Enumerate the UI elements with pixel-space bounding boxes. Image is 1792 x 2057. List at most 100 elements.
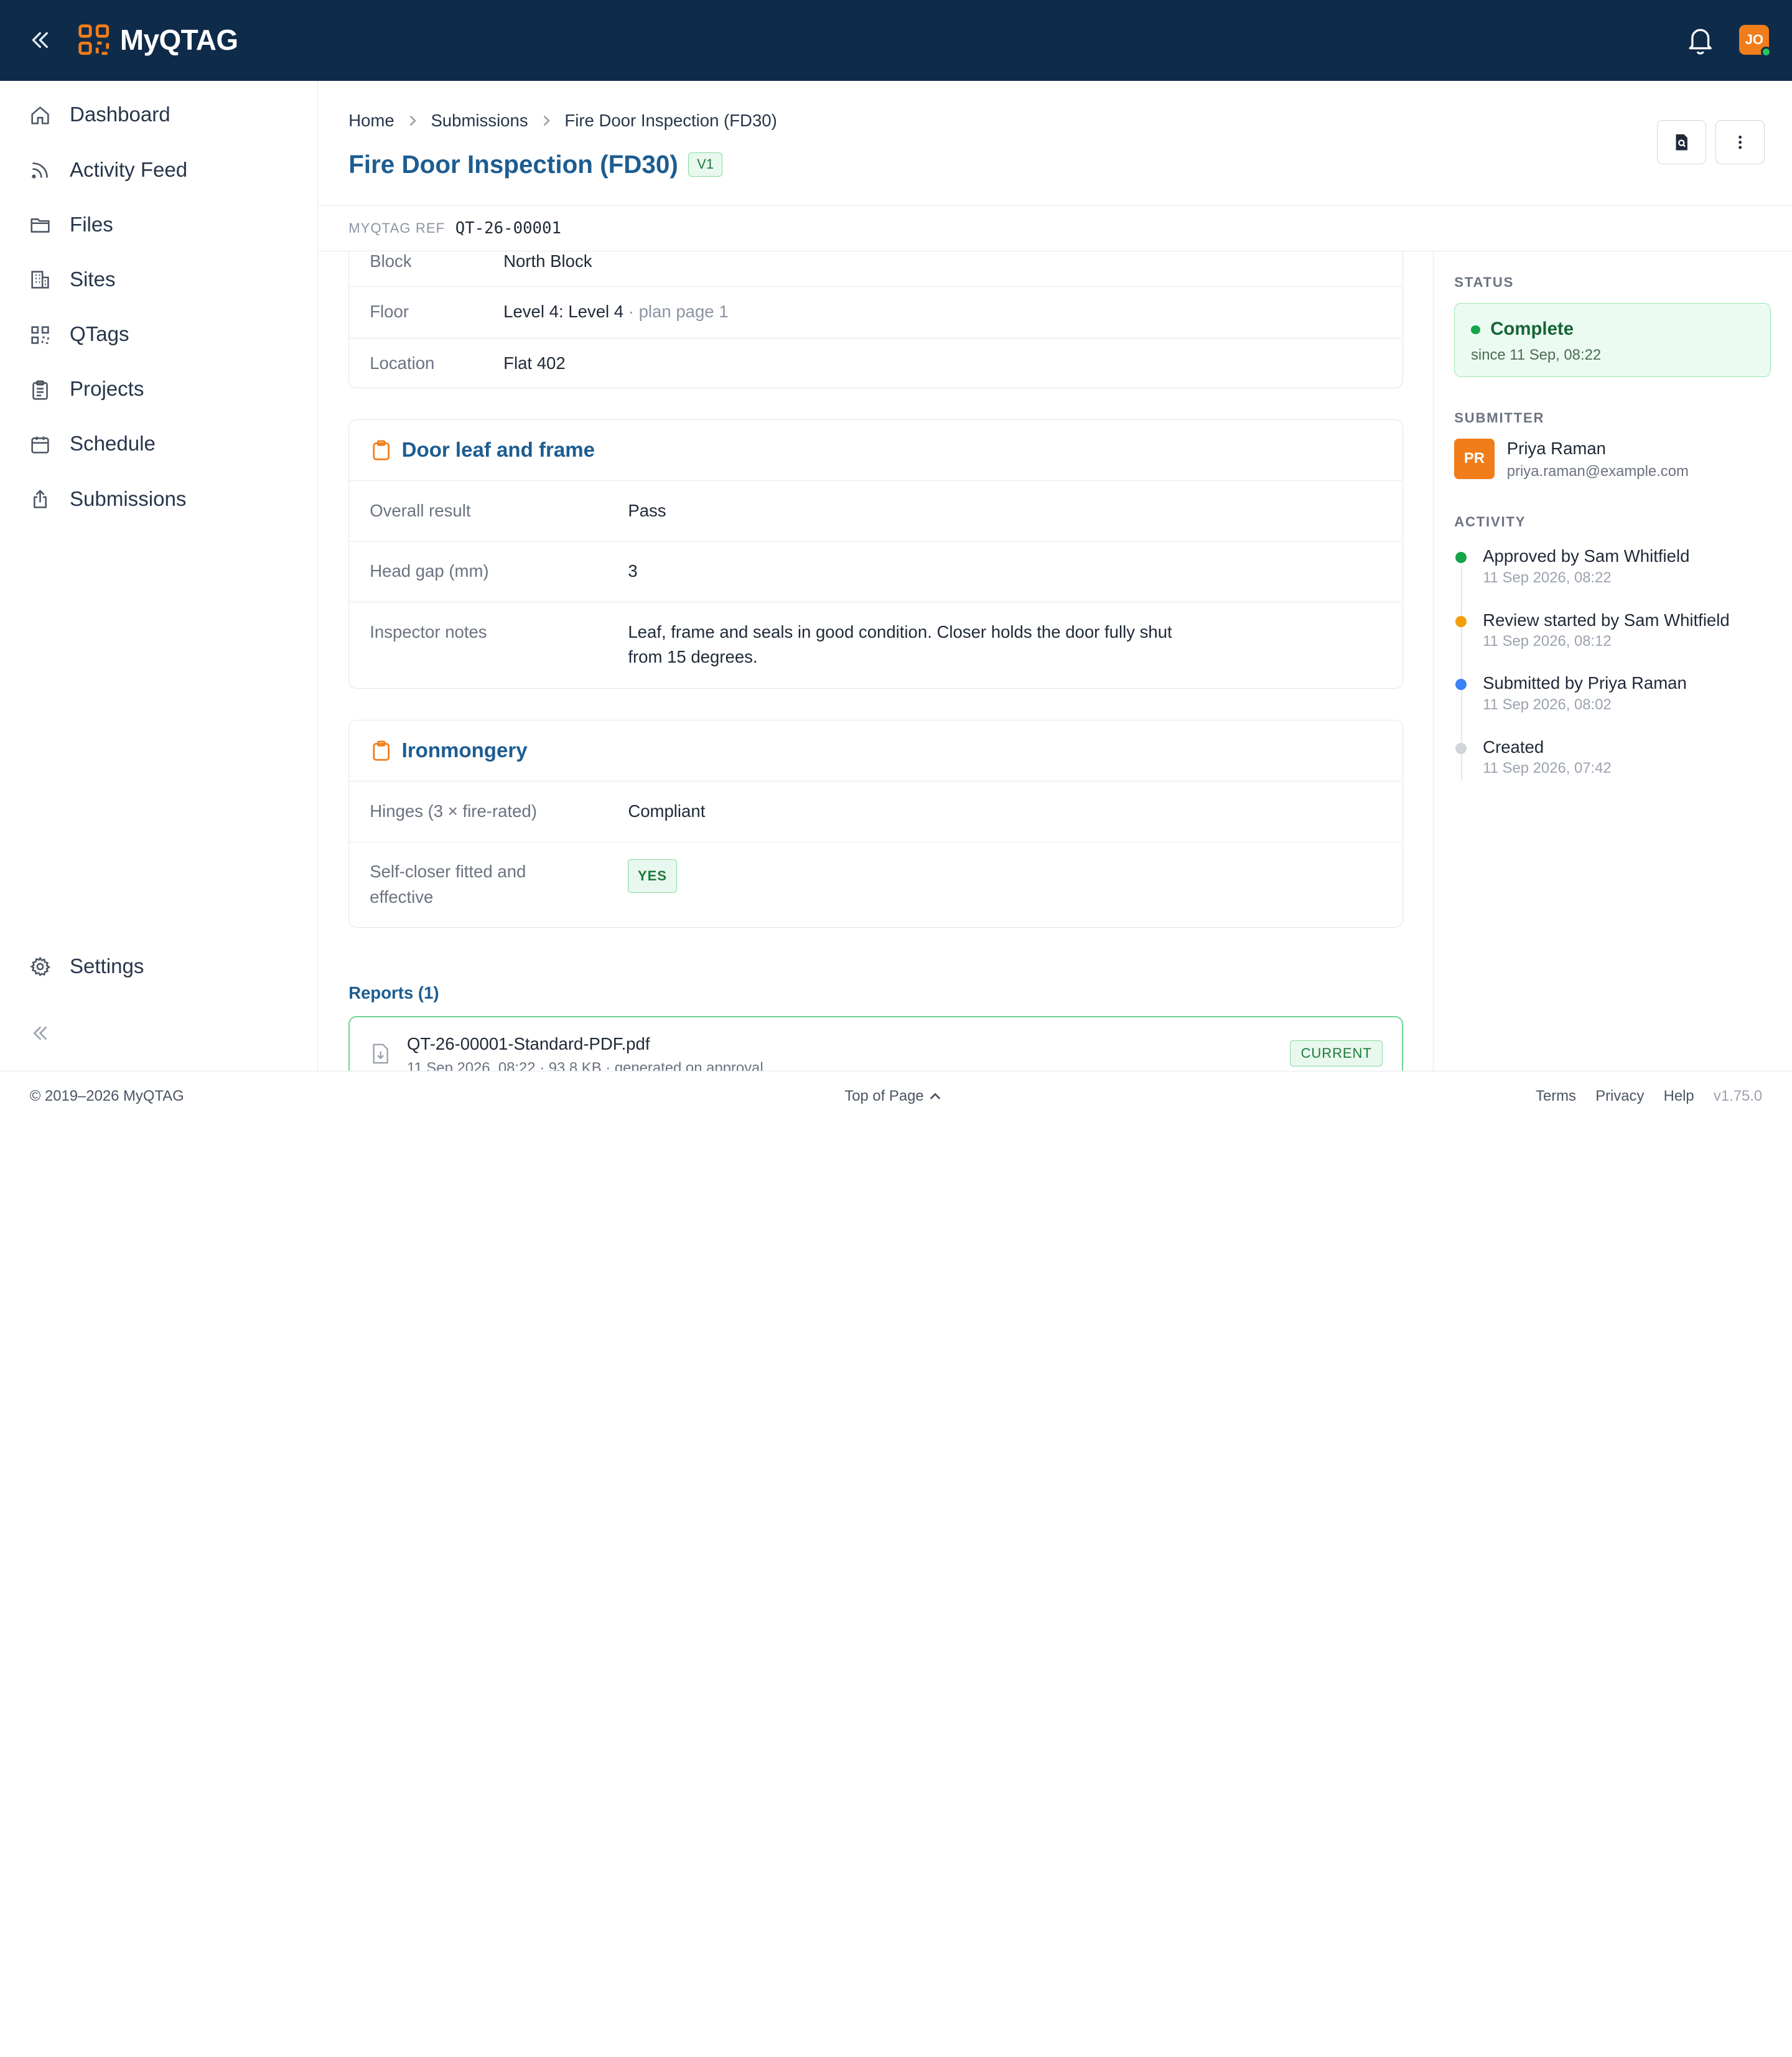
sidebar-item-label: Schedule: [70, 432, 156, 456]
activity-text: Approved by Sam Whitfield: [1483, 546, 1690, 566]
more-options-button[interactable]: [1715, 119, 1765, 165]
field-label: Location: [370, 353, 435, 373]
page-title: Fire Door Inspection (FD30): [348, 149, 678, 179]
double-chevron-left-icon: [33, 1026, 47, 1040]
field-value: Pass: [628, 500, 666, 520]
sidebar-item-activity-feed[interactable]: Activity Feed: [0, 147, 317, 193]
chevron-right-icon: [541, 114, 552, 128]
submission-content[interactable]: Block North Block Floor Level 4: Level 4…: [319, 251, 1433, 1071]
copyright: © 2019–2026 MyQTAG: [29, 1087, 184, 1104]
sidebar-item-projects[interactable]: Projects: [0, 367, 317, 413]
field-value: Level 4: Level 4 · plan page 1: [503, 302, 729, 322]
activity-time: 11 Sep 2026, 07:42: [1483, 760, 1612, 777]
file-search-icon: [1676, 134, 1687, 151]
submitter-label: SUBMITTER: [1454, 410, 1545, 426]
report-item[interactable]: QT-26-00001-Standard-PDF.pdf 11 Sep 2026…: [348, 1015, 1404, 1071]
sidebar-item-settings[interactable]: Settings: [0, 944, 317, 989]
building-icon: [30, 269, 50, 290]
notifications-button[interactable]: [1684, 24, 1716, 56]
sidebar-item-dashboard[interactable]: Dashboard: [0, 93, 317, 138]
location-card: Block North Block Floor Level 4: Level 4…: [348, 251, 1404, 389]
field-row-block: Block North Block: [349, 251, 1402, 286]
sidebar-item-label: Submissions: [70, 487, 187, 511]
reference-bar: MYQTAG REF QT-26-00001: [319, 206, 1792, 252]
clipboard-icon: [373, 440, 390, 460]
submitter-email[interactable]: priya.raman@example.com: [1507, 463, 1689, 480]
field-label: Block: [370, 251, 412, 271]
report-meta: 11 Sep 2026, 08:22 · 93.8 KB · generated…: [407, 1059, 763, 1071]
upload-icon: [30, 489, 50, 510]
app-page: MyQTAG JO Dashboard Activity Feed Files …: [0, 0, 1792, 1120]
field-value: Leaf, frame and seals in good condition.…: [628, 622, 1172, 641]
sidebar-item-files[interactable]: Files: [0, 202, 317, 248]
field-label: Floor: [370, 302, 409, 322]
top-bar: MyQTAG JO: [0, 0, 1792, 82]
collapse-sidebar-bottom-button[interactable]: [30, 1023, 50, 1043]
details-panel: STATUS Complete since 11 Sep, 08:22 SUBM…: [1433, 251, 1792, 1071]
field-value-continued: from 15 degrees.: [628, 647, 758, 667]
clipboard-icon: [373, 740, 390, 761]
home-icon: [30, 105, 50, 126]
submitter-name: Priya Raman: [1506, 439, 1606, 459]
sidebar-item-label: Dashboard: [70, 103, 170, 127]
app-version: v1.75.0: [1713, 1087, 1763, 1104]
report-filename[interactable]: QT-26-00001-Standard-PDF.pdf: [407, 1034, 650, 1054]
field-label: Overall result: [370, 500, 471, 520]
field-row-overall-result: Overall result Pass: [349, 480, 1402, 541]
sidebar-item-submissions[interactable]: Submissions: [0, 477, 317, 522]
section-title: Ironmongery: [401, 739, 528, 762]
field-row-floor: Floor Level 4: Level 4 · plan page 1: [349, 286, 1402, 338]
breadcrumb-home[interactable]: Home: [348, 111, 394, 131]
section-title: Door leaf and frame: [401, 438, 595, 462]
rss-icon: [30, 160, 50, 180]
preview-pdf-button[interactable]: [1657, 119, 1707, 165]
activity-dot: [1455, 615, 1467, 628]
field-value: YES: [628, 859, 677, 893]
footer-link-terms[interactable]: Terms: [1536, 1088, 1576, 1105]
yes-badge: YES: [628, 859, 677, 893]
file-download-icon: [373, 1043, 388, 1064]
main-content: Home Submissions Fire Door Inspection (F…: [319, 81, 1792, 1071]
top-of-page-link[interactable]: Top of Page: [844, 1088, 942, 1105]
chevron-right-icon: [407, 114, 418, 128]
footer-link-privacy[interactable]: Privacy: [1595, 1088, 1644, 1105]
qr-logo-icon: [78, 24, 110, 55]
activity-text: Submitted by Priya Raman: [1483, 673, 1687, 693]
field-value: Compliant: [628, 801, 706, 821]
sidebar-item-qtags[interactable]: QTags: [0, 312, 317, 357]
field-label: Hinges (3 × fire-rated): [370, 801, 537, 821]
footer-link-help[interactable]: Help: [1664, 1088, 1694, 1105]
field-label: Inspector notes: [370, 622, 487, 641]
footer-links: Terms Privacy Help v1.75.0: [1516, 1088, 1762, 1105]
status-since: since 11 Sep, 08:22: [1470, 347, 1602, 364]
sidebar-item-label: QTags: [70, 323, 129, 347]
online-indicator: [1761, 47, 1771, 57]
section-card-door-leaf: Door leaf and frame Overall result Pass …: [348, 419, 1404, 689]
field-value: 3: [628, 561, 638, 581]
status-dot: [1470, 325, 1480, 335]
app-name: MyQTAG: [119, 23, 238, 56]
sidebar-item-label: Projects: [70, 378, 144, 401]
more-vertical-icon: [1738, 135, 1742, 149]
activity-dot: [1455, 742, 1467, 755]
collapse-sidebar-button[interactable]: [25, 25, 55, 55]
sidebar-item-sites[interactable]: Sites: [0, 257, 317, 302]
sidebar-item-schedule[interactable]: Schedule: [0, 422, 317, 467]
activity-dot: [1455, 678, 1467, 691]
qr-icon: [30, 325, 50, 345]
sidebar-item-label: Settings: [70, 954, 144, 978]
breadcrumb-submissions[interactable]: Submissions: [431, 111, 528, 131]
version-badge: V1: [688, 152, 722, 177]
sidebar: Dashboard Activity Feed Files Sites QTag…: [0, 81, 318, 1071]
activity-text: Review started by Sam Whitfield: [1483, 610, 1730, 630]
ref-value: QT-26-00001: [455, 218, 561, 238]
sidebar-item-label: Files: [70, 213, 113, 236]
section-card-ironmongery: Ironmongery Hinges (3 × fire-rated) Comp…: [348, 720, 1404, 928]
field-row-head-gap: Head gap (mm) 3: [349, 541, 1402, 602]
field-row-location: Location Flat 402: [349, 337, 1402, 389]
field-row-self-closer: Self-closer fitted and effective YES: [349, 841, 1402, 926]
section-header: Ironmongery: [349, 721, 1402, 781]
submitter-avatar: PR: [1454, 439, 1495, 479]
app-logo[interactable]: MyQTAG: [78, 23, 238, 57]
field-label: Head gap (mm): [370, 561, 489, 581]
